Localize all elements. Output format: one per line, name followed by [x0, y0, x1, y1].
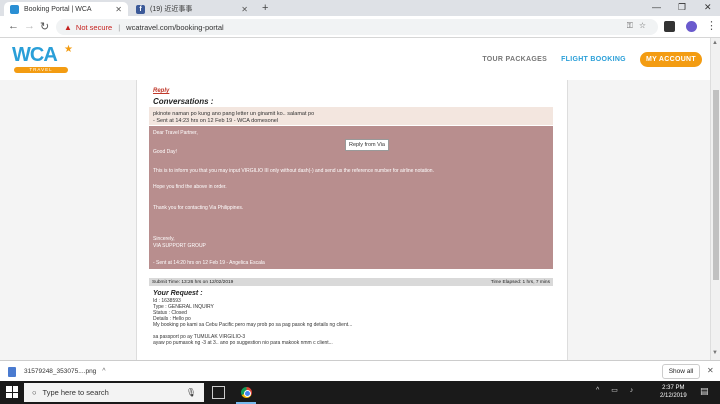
time-elapsed: Time Elapsed: 1 hrs, 7 mins — [490, 279, 550, 285]
close-icon[interactable]: ✕ — [707, 366, 714, 375]
message-meta: - Sent at 14:20 hrs on 12 Feb 19 - Angel… — [153, 260, 265, 266]
separator: | — [118, 22, 121, 32]
facebook-icon: f — [136, 4, 145, 14]
download-filename[interactable]: 31579248_353075....png — [24, 368, 96, 375]
menu-icon[interactable]: ⋮ — [706, 19, 717, 32]
search-placeholder: Type here to search — [42, 388, 109, 397]
maximize-button[interactable]: ❐ — [678, 2, 686, 13]
new-tab-button[interactable]: + — [262, 2, 268, 14]
task-view-icon[interactable] — [212, 386, 225, 399]
message-hope: Hope you find the above in order. — [153, 184, 227, 190]
download-item[interactable]: 31579248_353075....png ^ — [8, 364, 118, 379]
extension-icon[interactable] — [664, 21, 675, 32]
my-account-button[interactable]: MY ACCOUNT — [639, 52, 702, 67]
tab-facebook[interactable]: f (19) 近近事事 ✕ — [130, 2, 254, 16]
request-line: ayaw po pumasok ng -3 at 3.. ano po sugg… — [153, 340, 333, 346]
wca-favicon-icon — [10, 4, 19, 14]
clock[interactable]: 2:37 PM 2/12/2019 — [660, 384, 687, 400]
wca-logo[interactable]: WCA ★ TRAVEL — [12, 44, 73, 74]
close-icon[interactable]: ✕ — [115, 5, 122, 14]
window-close-button[interactable]: ✕ — [704, 2, 712, 13]
conversations-title: Conversations : — [153, 97, 214, 106]
site-header: WCA ★ TRAVEL TOUR PACKAGES FLIGHT BOOKIN… — [0, 38, 710, 80]
message-body: This is to inform you that you may input… — [153, 168, 434, 174]
nav-tour-packages[interactable]: TOUR PACKAGES — [482, 56, 547, 63]
notification-icon[interactable]: ▤ — [700, 386, 709, 397]
minimize-button[interactable]: — — [652, 2, 661, 12]
message-agent: pkinote naman po kung ano pang letter un… — [149, 107, 553, 125]
ticket-panel: Reply Conversations : pkinote naman po k… — [136, 80, 568, 360]
tab-booking-portal[interactable]: Booking Portal | WCA ✕ — [4, 2, 128, 16]
web-page: WCA ★ TRAVEL TOUR PACKAGES FLIGHT BOOKIN… — [0, 38, 710, 360]
download-shelf: 31579248_353075....png ^ Show all ✕ — [0, 360, 720, 381]
windows-taskbar: ○ Type here to search 🎙 ^ ▭ ♪ 2:37 PM 2/… — [0, 381, 720, 404]
message-greeting: Dear Travel Partner, — [153, 130, 198, 136]
request-line: My booking po kami sa Cebu Pacific pero … — [153, 322, 353, 328]
message-sincerely: Sincerely, — [153, 236, 175, 242]
taskbar-search[interactable]: ○ Type here to search 🎙 — [24, 383, 204, 402]
logo-subtitle: TRAVEL — [14, 67, 68, 73]
clock-date: 2/12/2019 — [660, 393, 687, 399]
star-icon[interactable]: ☆ — [639, 21, 652, 30]
message-via: Dear Travel Partner, Reply from Via Good… — [149, 126, 553, 269]
star-icon: ★ — [64, 44, 73, 55]
reply-link[interactable]: Reply — [153, 88, 169, 94]
back-button[interactable]: ← — [8, 20, 19, 32]
main-nav: TOUR PACKAGES FLIGHT BOOKING MY ACCOUNT — [482, 52, 702, 67]
image-file-icon — [8, 366, 16, 377]
scroll-up-icon[interactable]: ▲ — [712, 40, 718, 46]
request-title: Your Request : — [153, 290, 203, 297]
omnibox-icons: ⚿☆ — [627, 21, 652, 31]
submit-time: Submit Time: 13:26 hrs on 12/02/2019 — [152, 279, 234, 285]
clock-time: 2:37 PM — [662, 385, 685, 391]
logo-text: WCA — [12, 44, 58, 66]
nav-flight-booking[interactable]: FLIGHT BOOKING — [561, 56, 626, 63]
close-icon[interactable]: ✕ — [241, 5, 248, 14]
search-icon: ○ — [32, 388, 37, 397]
show-all-button[interactable]: Show all — [662, 364, 700, 379]
warning-icon: ▲ — [64, 22, 72, 32]
url-text[interactable]: wcatravel.com/booking-portal — [126, 23, 224, 32]
address-bar[interactable]: ▲ Not secure | wcatravel.com/booking-por… — [56, 19, 658, 35]
page-scrollbar[interactable]: ▲ ▼ — [710, 38, 720, 360]
forward-button[interactable]: → — [24, 20, 35, 32]
scroll-thumb[interactable] — [713, 90, 719, 280]
chevron-up-icon[interactable]: ^ — [102, 368, 105, 375]
browser-toolbar: ← → ↻ ▲ Not secure | wcatravel.com/booki… — [0, 16, 720, 38]
message-thanks: Thank you for contacting Via Philippines… — [153, 205, 244, 211]
microphone-icon[interactable]: 🎙 — [186, 388, 196, 397]
message-group: VIA SUPPORT GROUP — [153, 243, 206, 249]
chrome-icon[interactable] — [240, 386, 253, 399]
profile-avatar[interactable] — [686, 21, 697, 32]
tab-title: (19) 近近事事 — [150, 6, 193, 13]
submit-bar: Submit Time: 13:26 hrs on 12/02/2019 Tim… — [149, 278, 553, 286]
key-icon[interactable]: ⚿ — [627, 21, 639, 30]
message-good-day: Good Day! — [153, 149, 177, 155]
browser-tab-strip: Booking Portal | WCA ✕ f (19) 近近事事 ✕ + —… — [0, 0, 720, 16]
scroll-down-icon[interactable]: ▼ — [712, 350, 718, 356]
message-meta: - Sent at 14:23 hrs on 12 Feb 19 - WCA d… — [153, 117, 279, 124]
reply-from-via-button[interactable]: Reply from Via — [345, 139, 389, 151]
tab-title: Booking Portal | WCA — [24, 5, 92, 13]
system-tray[interactable]: ^ ▭ ♪ — [596, 386, 638, 394]
not-secure-label: Not secure — [75, 22, 113, 32]
reload-button[interactable]: ↻ — [40, 20, 49, 33]
windows-start-icon[interactable] — [6, 386, 18, 398]
